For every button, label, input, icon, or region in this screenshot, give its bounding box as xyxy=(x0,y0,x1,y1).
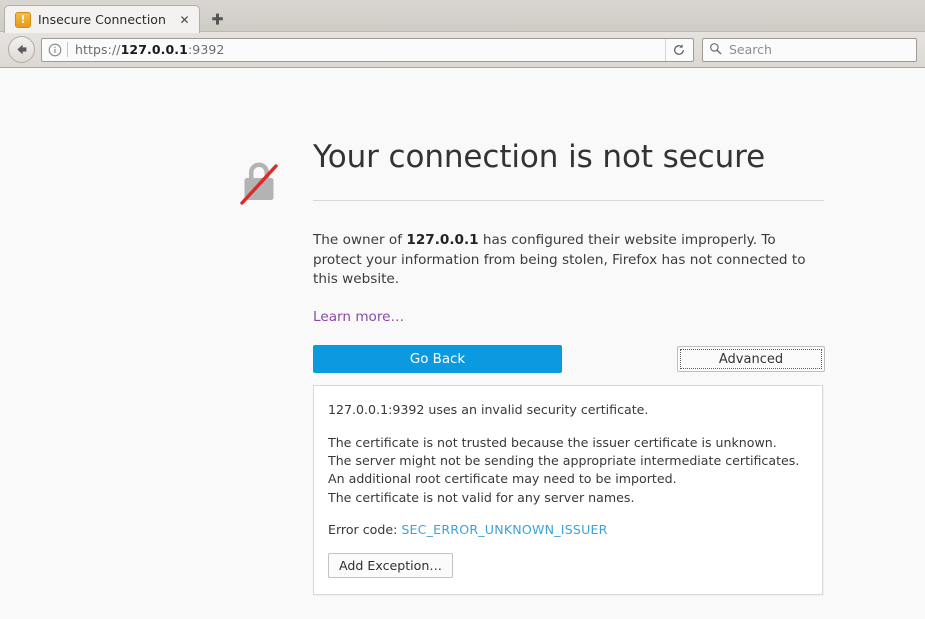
advanced-button-label: Advanced xyxy=(718,351,784,367)
cert-reason: The certificate is not valid for any ser… xyxy=(328,489,635,505)
cert-spacer xyxy=(328,419,808,434)
close-icon[interactable]: ✕ xyxy=(176,11,193,28)
page-title: Your connection is not secure xyxy=(313,139,766,175)
cert-reason: The server might not be sending the appr… xyxy=(328,453,800,469)
certificate-error-panel: 127.0.0.1:9392 uses an invalid security … xyxy=(313,385,823,595)
title-divider xyxy=(313,199,824,201)
warning-exclamation-icon: ! xyxy=(15,11,31,28)
broken-lock-icon xyxy=(236,138,284,210)
error-code-link[interactable]: SEC_ERROR_UNKNOWN_ISSUER xyxy=(401,522,607,537)
advanced-button[interactable]: Advanced xyxy=(677,346,825,373)
cert-reason: The certificate is not trusted because t… xyxy=(328,435,777,451)
reload-icon[interactable] xyxy=(665,38,691,61)
url-bar[interactable]: https://127.0.0.1:9392 xyxy=(41,37,694,62)
tab-strip: ! Insecure Connection ✕ xyxy=(0,0,925,33)
browser-tab[interactable]: ! Insecure Connection ✕ xyxy=(4,5,200,33)
error-header: Your connection is not secure xyxy=(236,138,824,210)
url-scheme: https:// xyxy=(75,42,121,57)
error-body: The owner of 127.0.0.1 has configured th… xyxy=(236,231,825,374)
tab-title: Insecure Connection xyxy=(38,12,166,27)
info-circle-icon[interactable] xyxy=(48,43,62,57)
search-icon xyxy=(709,40,722,59)
browser-chrome: ! Insecure Connection ✕ https://127.0.0.… xyxy=(0,0,925,68)
title-block: Your connection is not secure xyxy=(284,138,824,201)
learn-more-link[interactable]: Learn more… xyxy=(313,309,404,325)
search-input[interactable]: Search xyxy=(729,42,772,57)
back-arrow-icon[interactable] xyxy=(8,36,35,63)
description-host: 127.0.0.1 xyxy=(406,232,479,248)
url-separator xyxy=(67,42,68,57)
navigation-toolbar: https://127.0.0.1:9392 Search xyxy=(0,31,925,67)
error-code-row: Error code: SEC_ERROR_UNKNOWN_ISSUER xyxy=(328,522,808,537)
url-text: https://127.0.0.1:9392 xyxy=(75,42,663,57)
cert-reason: An additional root certificate may need … xyxy=(328,471,677,487)
page-content: Your connection is not secure The owner … xyxy=(0,68,925,619)
error-description: The owner of 127.0.0.1 has configured th… xyxy=(313,231,824,290)
url-host: 127.0.0.1 xyxy=(120,42,188,57)
url-port: :9392 xyxy=(187,42,225,57)
go-back-button[interactable]: Go Back xyxy=(313,345,562,374)
description-prefix: The owner of xyxy=(313,232,407,248)
error-page: Your connection is not secure The owner … xyxy=(236,138,825,595)
add-exception-button[interactable]: Add Exception… xyxy=(328,552,453,578)
plus-icon[interactable] xyxy=(202,6,232,32)
search-bar[interactable]: Search xyxy=(702,37,917,62)
cert-summary: 127.0.0.1:9392 uses an invalid security … xyxy=(328,402,649,418)
action-buttons: Go Back Advanced xyxy=(313,345,825,374)
error-code-label: Error code: xyxy=(328,521,402,537)
